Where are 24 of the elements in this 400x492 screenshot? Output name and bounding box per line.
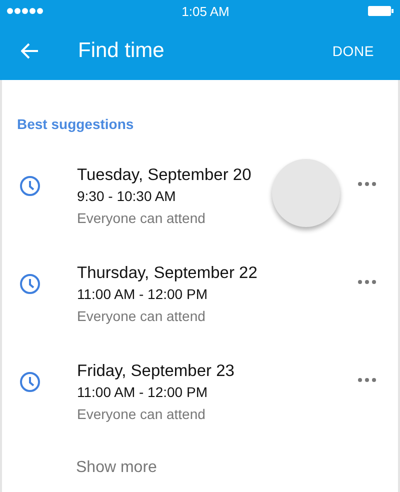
suggestion-time: 11:00 AM - 12:00 PM: [77, 383, 208, 402]
attendance-note: Everyone can attend: [77, 307, 206, 326]
signal-icon: [7, 7, 43, 15]
more-options-icon[interactable]: [358, 182, 376, 186]
clock-icon: [19, 175, 41, 197]
suggestion-time: 11:00 AM - 12:00 PM: [77, 285, 208, 304]
section-heading: Best suggestions: [16, 116, 135, 132]
suggestion-date: Thursday, September 22: [77, 263, 258, 283]
battery-icon: [368, 6, 394, 16]
suggestion-time: 9:30 - 10:30 AM: [77, 187, 177, 206]
attendance-note: Everyone can attend: [77, 405, 206, 424]
screen-title: Find time: [78, 39, 166, 63]
suggestion-date: Friday, September 23: [77, 361, 236, 381]
more-options-icon[interactable]: [358, 280, 376, 284]
back-arrow-icon[interactable]: [21, 43, 39, 59]
more-options-icon[interactable]: [358, 378, 376, 382]
clock-icon: [19, 371, 41, 393]
suggestion-date: Tuesday, September 20: [77, 165, 252, 185]
done-button[interactable]: DONE: [332, 39, 374, 63]
touch-indicator: [272, 159, 340, 227]
status-time: 1:05 AM: [182, 4, 230, 18]
attendance-note: Everyone can attend: [77, 209, 206, 228]
show-more-button[interactable]: Show more: [76, 459, 157, 477]
clock-icon: [19, 273, 41, 295]
